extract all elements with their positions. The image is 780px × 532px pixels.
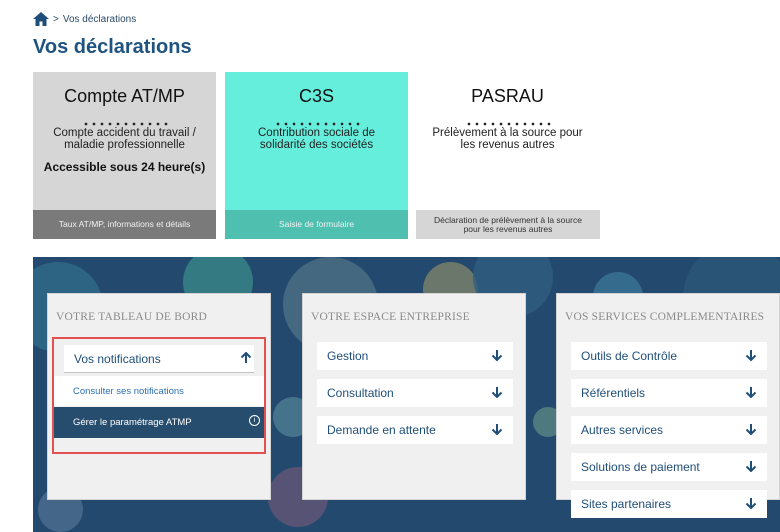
tile-compte-atmp[interactable]: Compte AT/MP Compte accident du travail … [33,72,216,239]
notifications-dropdown: Vos notifications Consulter ses notifica… [52,337,266,454]
accordion-label: Consultation [327,386,394,400]
tile-pasrau[interactable]: PASRAU Prélèvement à la source pour les … [416,72,600,239]
tile-title: PASRAU [471,86,544,106]
tile-description-line: Contribution sociale de [258,127,375,139]
menu-item-consulter-notifications[interactable]: Consulter ses notifications [54,376,264,406]
breadcrumb: > Vos déclarations [33,12,136,26]
tile-footer-link[interactable]: Déclaration de prélèvement à la source p… [416,210,600,239]
tile-footer-link[interactable]: Saisie de formulaire [225,210,408,239]
tile-title: Compte AT/MP [64,86,185,106]
panel-title: VOS SERVICES COMPLEMENTAIRES [565,311,765,323]
accordion-item-outils-controle[interactable]: Outils de Contrôle [571,342,767,370]
arrow-down-icon [745,496,757,512]
accordion-item-consultation[interactable]: Consultation [317,379,513,407]
arrow-down-icon [745,459,757,475]
accordion-item-demande-en-attente[interactable]: Demande en attente [317,416,513,444]
tile-description-line: solidarité des sociétés [259,139,374,151]
tile-footer-line: pour les revenus autres [463,223,553,234]
accordion-label: Autres services [581,423,664,437]
tile-footer-link[interactable]: Taux AT/MP, informations et détails [33,210,216,239]
tile-description-line: Prélèvement à la source pour [432,127,583,139]
tile-description-line: les revenus autres [460,139,555,151]
accordion-label: Référentiels [581,386,646,400]
arrow-down-icon [491,385,503,401]
accordion-item-referentiels[interactable]: Référentiels [571,379,767,407]
breadcrumb-separator: > [53,13,59,25]
accordion-item-autres-services[interactable]: Autres services [571,416,767,444]
arrow-down-icon [491,348,503,364]
accordion-item-solutions-paiement[interactable]: Solutions de paiement [571,453,767,481]
accordion-label: Solutions de paiement [581,460,700,474]
arrow-down-icon [745,385,757,401]
arrow-down-icon [745,422,757,438]
notifications-toggle[interactable]: Vos notifications [64,345,254,373]
menu-item-gerer-parametrage[interactable]: Gérer le paramétrage ATMP i [54,407,264,438]
tile-description-line: Compte accident du travail / [53,127,196,139]
tile-description: Compte accident du travail / maladie pro… [33,127,216,151]
tile-c3s[interactable]: C3S Contribution sociale de solidarité d… [225,72,408,239]
accordion-item-sites-partenaires[interactable]: Sites partenaires [571,490,767,518]
arrow-down-icon [745,348,757,364]
panel-title: VOTRE TABLEAU DE BORD [56,311,207,323]
accordion-item-gestion[interactable]: Gestion [317,342,513,370]
tile-description: Prélèvement à la source pour les revenus… [416,127,599,151]
tile-availability: Accessible sous 24 heure(s) [43,160,206,174]
tile-description-line: maladie professionnelle [64,139,185,151]
page-title: Vos déclarations [33,36,192,58]
accordion-label: Sites partenaires [581,497,672,511]
panel-espace-entreprise: VOTRE ESPACE ENTREPRISE Gestion Consulta… [302,293,526,500]
breadcrumb-current: Vos déclarations [62,13,137,25]
notifications-label: Vos notifications [74,351,161,366]
accordion-label: Gestion [327,349,369,363]
menu-item-label: Gérer le paramétrage ATMP [73,417,192,428]
home-icon[interactable] [33,12,49,26]
panel-services-complementaires: VOS SERVICES COMPLEMENTAIRES Outils de C… [556,293,780,518]
panel-title: VOTRE ESPACE ENTREPRISE [311,311,470,323]
accordion-label: Outils de Contrôle [581,349,678,363]
arrow-up-icon [240,351,252,367]
arrow-down-icon [491,422,503,438]
info-icon[interactable]: i [249,415,260,426]
tile-description: Contribution sociale de solidarité des s… [225,127,408,151]
tile-title: C3S [298,86,334,106]
accordion-label: Demande en attente [327,423,436,437]
